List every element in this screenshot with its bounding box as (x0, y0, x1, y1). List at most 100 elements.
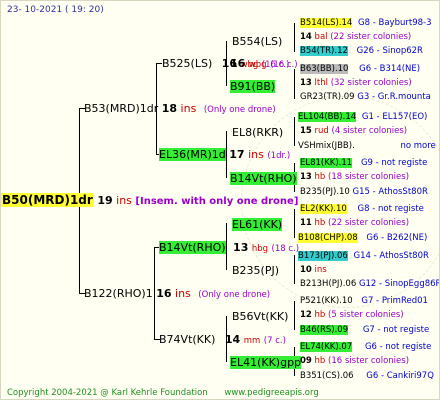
gen1-entry-2[interactable]: B122(RHO)1 16 ins (Only one drone) (84, 287, 270, 302)
gen2-ins: ins (248, 148, 264, 161)
gen4-entry-9b: 13 hb (18 sister colonies) (300, 171, 409, 184)
gen4-entry-9[interactable]: EL81(KK).11 G9 - not registe (300, 157, 427, 170)
gen4-entry-7[interactable]: EL104(BB).14 G1 - EL157(EO) (298, 111, 427, 124)
gen4-num: 13 (300, 172, 312, 182)
gen2-id[interactable]: B74Vt(KK) (159, 333, 215, 346)
gen4-entry-6[interactable]: GR23(TR).09 G3 - Gr.R.mounta (300, 91, 431, 104)
gen1-entry-1[interactable]: B53(MRD)1dr 18 ins (Only one drone) (84, 102, 276, 117)
gen4-num: 11 (300, 218, 312, 228)
gen4-id[interactable]: B235(PJ).10 (300, 187, 350, 197)
gen4-ins: lthl (314, 78, 328, 88)
gen4-id[interactable]: B213H(PJ).06 (300, 279, 356, 289)
gen2-id[interactable]: B14Vt(RHO) (159, 241, 226, 254)
gen4-note: (22 sister colonies) (328, 218, 410, 228)
gen3-entry-7[interactable]: B56Vt(KK) (232, 310, 288, 323)
gen4-entry-11[interactable]: EL2(KK).10 G8 - not registe (300, 203, 424, 216)
gen2-note: (18 c.) (271, 244, 300, 254)
gen2-entry-2[interactable]: EL36(MR)1d 17 ins (1dr.) (159, 148, 290, 163)
gen4-ins: hb (314, 172, 326, 182)
gen4-note: (22 sister colonies) (330, 32, 412, 42)
gen3-id[interactable]: EL8(RKR) (232, 126, 283, 139)
gen4-id[interactable]: B108(CHP).08 (298, 233, 358, 243)
gen4-id[interactable]: B351(CS).06 (300, 371, 354, 381)
gen4-id[interactable]: VSHmix(JBB). (298, 141, 355, 151)
gen4-note: (18 sister colonies) (328, 172, 410, 182)
gen4-id[interactable]: B514(LS).14 (300, 18, 353, 28)
gen4-id[interactable]: GR23(TR).09 (300, 92, 355, 102)
gen4-ins: ins (314, 265, 327, 275)
gen3-id[interactable]: B56Vt(KK) (232, 310, 288, 323)
gen4-id[interactable]: EL74(KK).07 (300, 342, 353, 352)
gen2-entry-3[interactable]: B14Vt(RHO) 13 hbg (18 c.) (159, 241, 299, 256)
gen3-entry-1[interactable]: B554(LS) (232, 35, 282, 48)
header-date: 23- 10-2021 ( 19: 20) (7, 5, 104, 15)
gen3-5-connector (294, 209, 295, 238)
gen4-entry-16[interactable]: B46(RS).09 G7 - not registe (300, 324, 429, 337)
gen2-id[interactable]: B525(LS) (162, 57, 212, 70)
gen4-ins: hb (314, 218, 326, 228)
gen4-entry-17[interactable]: EL74(KK).07 G6 - not registe (300, 341, 431, 354)
root-ins: ins (116, 194, 132, 207)
gen4-id[interactable]: B63(BB).10 (300, 64, 349, 74)
gen4-entry-18[interactable]: B351(CS).06 G6 - Cankiri97Q (300, 370, 434, 383)
gen4-note: (5 sister colonies) (328, 310, 404, 320)
gen3-entry-2[interactable]: B91(BB) (230, 80, 276, 93)
gen4-id[interactable]: P521(KK).10 (300, 296, 353, 306)
gen4-note: (32 sister colonies) (330, 78, 412, 88)
gen4-note: (16 sister colonies) (328, 356, 410, 366)
gen4-ins: bal (314, 32, 328, 42)
gen3-entry-6[interactable]: B235(PJ) (232, 264, 279, 277)
gen2-id[interactable]: EL36(MR)1d (159, 148, 226, 161)
gen3-1-connector (294, 23, 295, 52)
gen4-ins: hb (314, 356, 326, 366)
root-id[interactable]: B50(MRD)1dr (1, 193, 94, 207)
gen3-id[interactable]: B554(LS) (232, 35, 282, 48)
gen4-info: G8 - Bayburt98-3 (358, 18, 432, 28)
gen4-note: (4 sister colonies) (331, 126, 408, 136)
gen4-id[interactable]: EL81(KK).11 (300, 158, 353, 168)
gen2-num: 13 (233, 241, 249, 254)
gen4-entry-14[interactable]: B213H(PJ).06 G12 - SinopEgg86R (300, 278, 440, 291)
gen3-entry-5[interactable]: EL61(KK) (232, 218, 283, 231)
gen2-ins: mm (243, 336, 261, 346)
gen4-info: no more (400, 141, 436, 151)
root-entry[interactable]: B50(MRD)1dr 19 ins [Insem. with only one… (1, 193, 298, 208)
gen4-entry-4[interactable]: B63(BB).10 G6 - B314(NE) (300, 63, 420, 76)
gen4-id[interactable]: B54(TR).12 (300, 46, 348, 56)
gen4-entry-3[interactable]: B54(TR).12 G26 - Sinop62R (300, 45, 423, 58)
footer-copyright: Copyright 2004-2021 @ Karl Kehrle Founda… (7, 388, 208, 398)
footer-url[interactable]: www.pedigreeapis.org (224, 388, 318, 398)
gen3-entry-4[interactable]: B14Vt(RHO) (230, 172, 297, 185)
gen4-entry-10[interactable]: B235(PJ).10 G15 - AthosSt80R (300, 186, 428, 199)
gen4-num: 09 (300, 356, 312, 366)
gen1-id[interactable]: B122(RHO)1 (84, 287, 153, 300)
gen3-entry-3[interactable]: EL8(RKR) (232, 126, 283, 139)
gen4-info: G3 - Gr.R.mounta (357, 92, 431, 102)
gen4-id[interactable]: B46(RS).09 (300, 325, 349, 335)
gen4-id[interactable]: EL2(KK).10 (300, 204, 347, 214)
gen4-id[interactable]: B173(PJ).06 (298, 251, 348, 261)
gen4-num: 13 (300, 78, 312, 88)
gen4-id[interactable]: EL104(BB).14 (298, 112, 357, 122)
gen2-entry-4[interactable]: B74Vt(KK) 14 mm (7 c.) (159, 333, 286, 348)
gen2-note: (1dr.) (267, 151, 291, 161)
gen4-num: 12 (300, 310, 312, 320)
gen3-id[interactable]: B91(BB) (230, 80, 276, 93)
gen3-entry-8[interactable]: EL41(KK)gpp (230, 356, 302, 369)
gen2-ins: hbg (251, 244, 269, 254)
gen4-entry-1[interactable]: B514(LS).14 G8 - Bayburt98-3 (300, 17, 431, 30)
gen3-id[interactable]: EL61(KK) (232, 218, 283, 231)
root-num: 19 (97, 194, 113, 207)
gen4-entry-15[interactable]: P521(KK).10 G7 - PrimRed01 (300, 295, 428, 308)
gen4-info: G6 - B262(NE) (366, 233, 428, 243)
gen4-entry-8[interactable]: VSHmix(JBB). no more (298, 140, 436, 153)
gen3-id[interactable]: B14Vt(RHO) (230, 172, 297, 185)
gen4-entry-12[interactable]: B108(CHP).08 G6 - B262(NE) (298, 232, 427, 245)
gen3-id[interactable]: B235(PJ) (232, 264, 279, 277)
gen4-info: G1 - EL157(EO) (361, 112, 428, 122)
gen1-id[interactable]: B53(MRD)1dr (84, 102, 158, 115)
gen4-info: G12 - SinopEgg86R (358, 279, 440, 289)
gen4-ins: hb (314, 310, 326, 320)
gen4-entry-13[interactable]: B173(PJ).06 G14 - AthosSt80R (298, 250, 429, 263)
gen3-id[interactable]: EL41(KK)gpp (230, 356, 302, 369)
